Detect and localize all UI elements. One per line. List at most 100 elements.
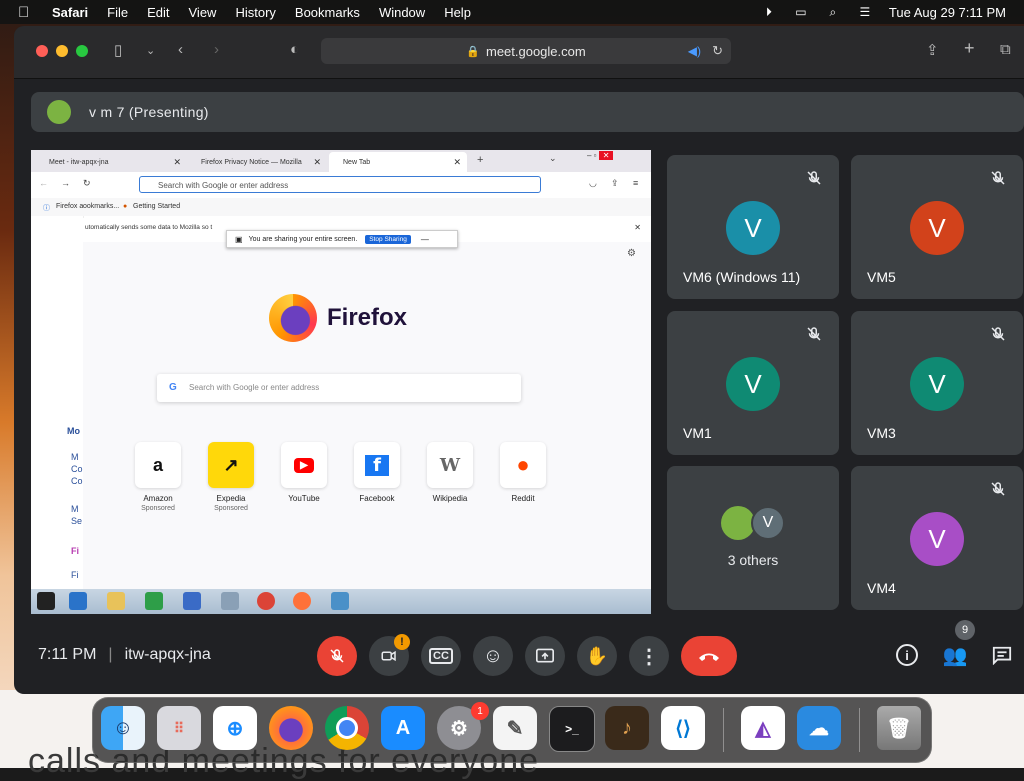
forward-icon[interactable]: →: [61, 178, 70, 188]
menu-edit[interactable]: Edit: [147, 5, 169, 20]
reload-icon[interactable]: ↻: [712, 43, 723, 59]
participant-tile-vm5[interactable]: V VM5: [851, 155, 1023, 299]
menu-bookmarks[interactable]: Bookmarks: [295, 5, 360, 20]
menubar-clock[interactable]: Tue Aug 29 7:11 PM: [889, 5, 1006, 20]
trash-icon[interactable]: 🗑: [877, 706, 921, 750]
participant-name: VM6 (Windows 11): [683, 269, 801, 285]
apple-icon[interactable]: : [18, 4, 34, 21]
more-options-button[interactable]: ⋮: [629, 636, 669, 676]
firefox-icon[interactable]: [269, 706, 313, 750]
menu-icon[interactable]: ≡: [633, 178, 638, 188]
finder-icon[interactable]: ☺: [101, 706, 145, 750]
chevron-down-icon[interactable]: ⌄: [146, 44, 155, 57]
tab-privacy-notice[interactable]: Firefox Privacy Notice — Mozilla ✕: [187, 152, 327, 172]
windows-start-icon[interactable]: [37, 592, 55, 610]
others-tile[interactable]: V 3 others: [667, 466, 839, 610]
avatar: V: [751, 506, 785, 540]
vscode-icon[interactable]: ⟨⟩: [661, 706, 705, 750]
privacy-shield-icon[interactable]: ◐: [290, 41, 299, 58]
back-icon[interactable]: ‹: [178, 41, 183, 58]
leave-call-button[interactable]: [681, 636, 737, 676]
tab-overview-icon[interactable]: ⧉: [1000, 41, 1011, 58]
reload-icon[interactable]: ↻: [83, 178, 91, 189]
firefox-nav-bar: ← → ↻ Search with Google or enter addres…: [31, 172, 651, 199]
app-icon[interactable]: [331, 592, 349, 610]
firefox-url-input[interactable]: Search with Google or enter address: [139, 176, 541, 193]
tab-meet[interactable]: Meet - itw-apqx-jna ✕: [35, 152, 187, 172]
reactions-button[interactable]: ☺: [473, 636, 513, 676]
meeting-details: 7:11 PM | itw-apqx-jna: [38, 646, 211, 663]
new-tab-icon[interactable]: +: [477, 154, 483, 166]
chat-button[interactable]: [989, 642, 1015, 668]
shortcut-amazon[interactable]: a Amazon Sponsored: [133, 442, 183, 512]
app-store-icon[interactable]: A: [381, 706, 425, 750]
new-tab-icon[interactable]: +: [964, 38, 975, 59]
participant-tile-vm3[interactable]: V VM3: [851, 311, 1023, 455]
firefox-search-input[interactable]: G Search with Google or enter address: [157, 374, 521, 402]
menu-file[interactable]: File: [107, 5, 128, 20]
shortcut-youtube[interactable]: ▶ YouTube: [279, 442, 329, 503]
participant-tile-vm4[interactable]: V VM4: [851, 466, 1023, 610]
chevron-down-icon[interactable]: ⌄: [549, 153, 557, 164]
textedit-icon[interactable]: ✎: [493, 706, 537, 750]
hide-toast-icon[interactable]: —: [421, 235, 429, 244]
app-icon[interactable]: [183, 592, 201, 610]
bookmark-item[interactable]: ookmarks...: [83, 203, 119, 210]
internet-explorer-icon[interactable]: [69, 592, 87, 610]
close-icon[interactable]: ✕: [453, 157, 461, 168]
close-icon[interactable]: ✕: [634, 223, 641, 232]
window-controls-icon[interactable]: – ▫ ✕: [587, 151, 647, 163]
back-icon[interactable]: ←: [39, 178, 48, 188]
menu-view[interactable]: View: [189, 5, 217, 20]
garageband-icon[interactable]: ♪: [605, 706, 649, 750]
bookmark-item[interactable]: Getting Started: [133, 203, 180, 210]
safari-icon[interactable]: ⊕: [213, 706, 257, 750]
extensions-icon[interactable]: ⇪: [611, 178, 619, 189]
shortcut-reddit[interactable]: ● Reddit: [498, 442, 548, 503]
firefox-icon[interactable]: [293, 592, 311, 610]
people-button[interactable]: 👥: [942, 642, 968, 668]
chrome-icon[interactable]: [257, 592, 275, 610]
file-explorer-icon[interactable]: [107, 592, 125, 610]
menu-history[interactable]: History: [235, 5, 275, 20]
store-icon[interactable]: [145, 592, 163, 610]
shortcut-wikipedia[interactable]: W Wikipedia: [425, 442, 475, 503]
present-button[interactable]: [525, 636, 565, 676]
menu-help[interactable]: Help: [444, 5, 471, 20]
screen-record-icon[interactable]: ⏵: [761, 5, 777, 19]
close-window-button[interactable]: [36, 45, 48, 57]
spotlight-search-icon[interactable]: ⌕: [825, 5, 841, 19]
sidebar-icon[interactable]: ▯: [114, 41, 122, 59]
share-icon[interactable]: ⇪: [926, 41, 939, 59]
mic-toggle-button[interactable]: [317, 636, 357, 676]
close-icon[interactable]: ✕: [313, 157, 321, 168]
meeting-info-button[interactable]: i: [894, 642, 920, 668]
gear-icon[interactable]: ⚙: [627, 248, 636, 259]
close-icon[interactable]: ✕: [173, 157, 181, 168]
minimize-window-button[interactable]: [56, 45, 68, 57]
tab-new-tab[interactable]: New Tab ✕: [329, 152, 467, 172]
control-center-icon[interactable]: ☰: [857, 5, 873, 19]
shortcut-expedia[interactable]: ↗ Expedia Sponsored: [206, 442, 256, 512]
launchpad-icon[interactable]: ⠿: [157, 706, 201, 750]
app-icon[interactable]: [221, 592, 239, 610]
stop-sharing-button[interactable]: Stop Sharing: [365, 234, 411, 244]
terminal-icon[interactable]: >_: [549, 706, 595, 752]
participant-tile-vm6[interactable]: V VM6 (Windows 11): [667, 155, 839, 299]
audio-playing-icon[interactable]: ◀): [688, 44, 701, 58]
bookmark-item[interactable]: Firefox a: [56, 203, 83, 210]
visual-studio-icon[interactable]: ◭: [741, 706, 785, 750]
chrome-icon[interactable]: [325, 706, 369, 750]
raise-hand-button[interactable]: ✋: [577, 636, 617, 676]
screen-mirroring-icon[interactable]: ▭: [793, 5, 809, 19]
address-bar[interactable]: 🔒 meet.google.com ◀) ↻: [321, 38, 731, 64]
captions-button[interactable]: CC: [421, 636, 461, 676]
shortcut-label: Reddit: [511, 494, 535, 503]
menu-window[interactable]: Window: [379, 5, 425, 20]
participant-tile-vm1[interactable]: V VM1: [667, 311, 839, 455]
zoom-window-button[interactable]: [76, 45, 88, 57]
menu-app-name[interactable]: Safari: [52, 5, 88, 20]
shortcut-facebook[interactable]: f Facebook: [352, 442, 402, 503]
weather-icon[interactable]: ☁: [797, 706, 841, 750]
pocket-icon[interactable]: ◡: [589, 178, 597, 189]
